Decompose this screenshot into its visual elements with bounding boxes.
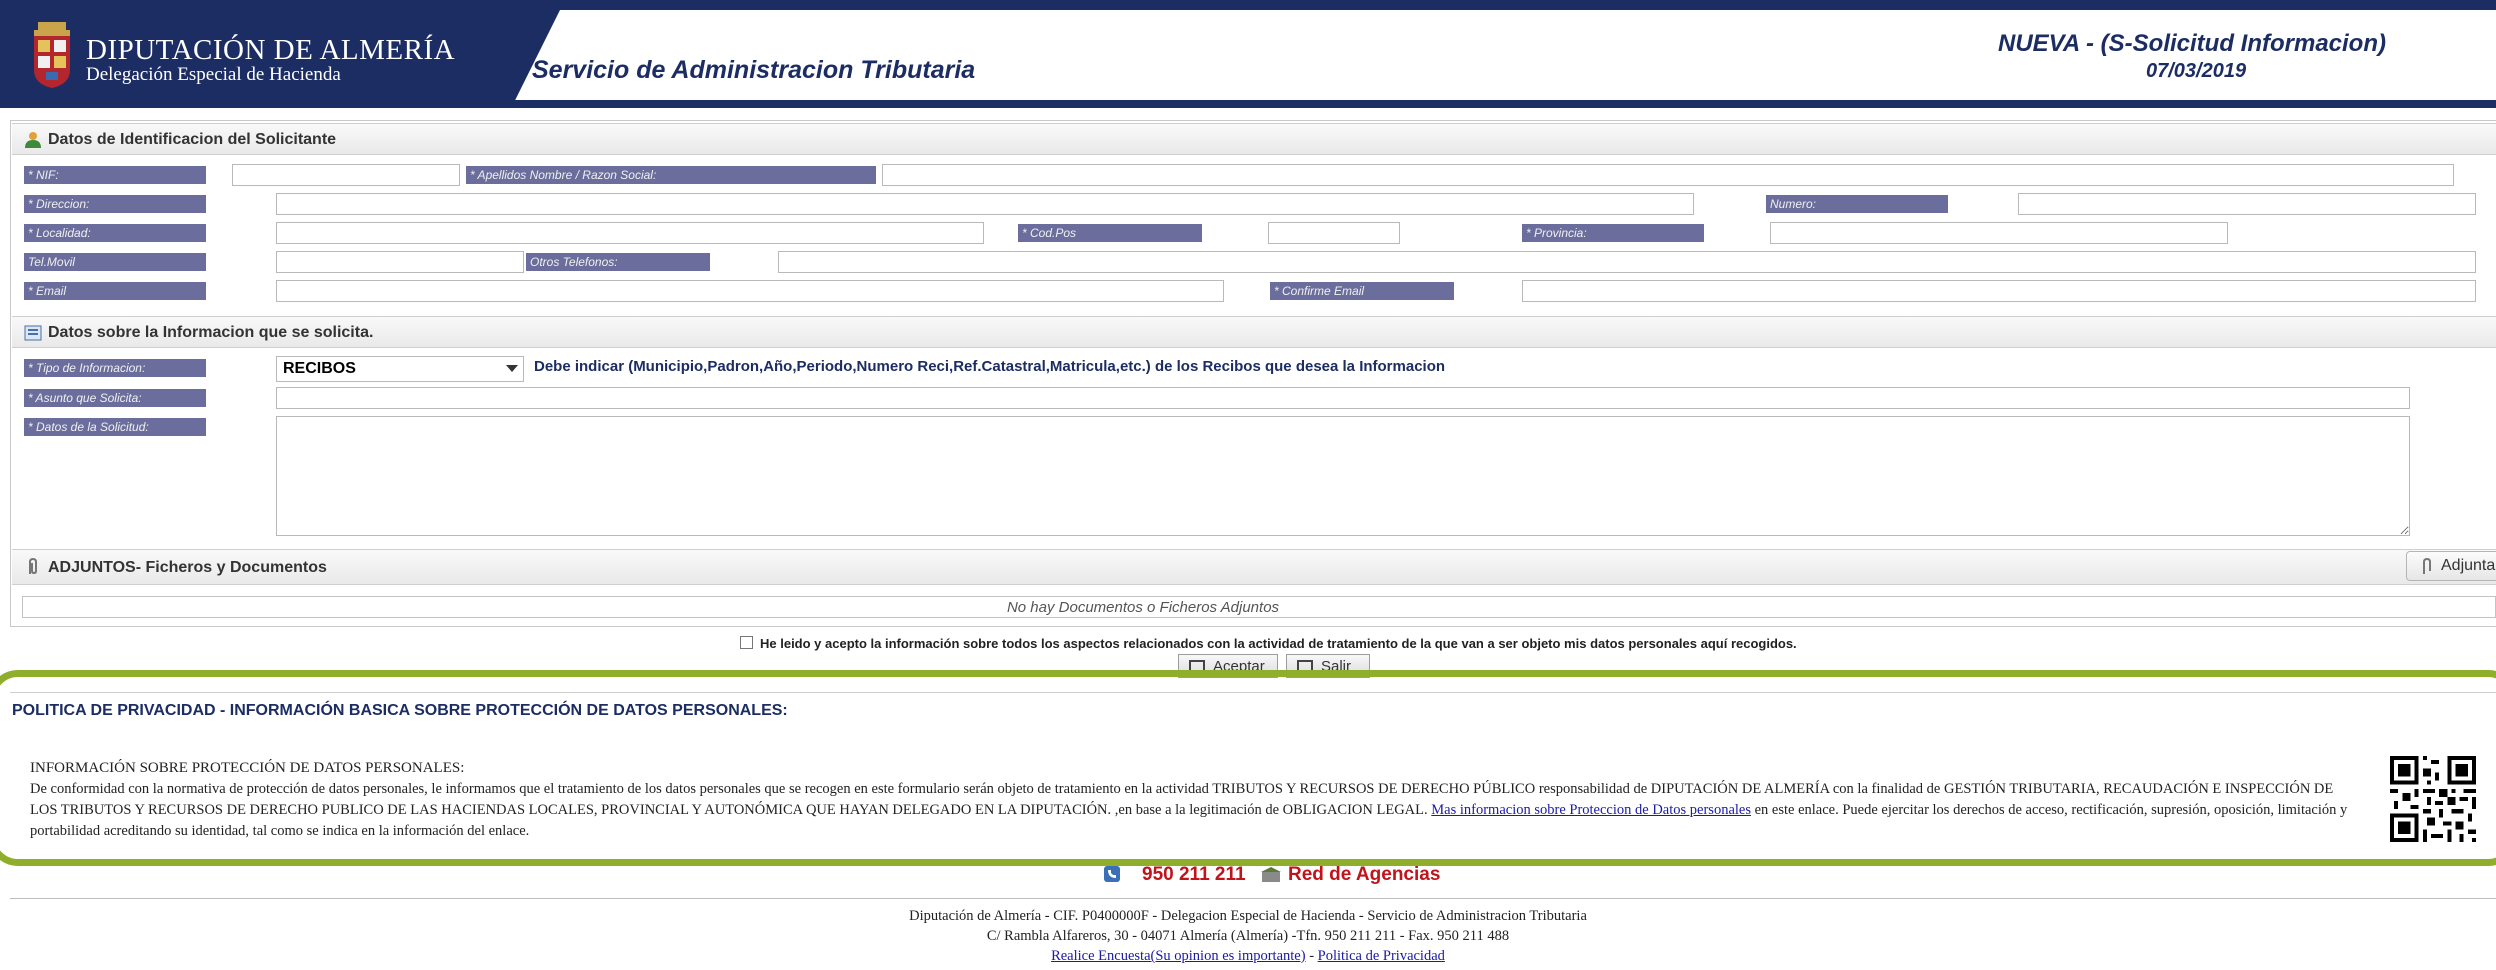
- provincia-input[interactable]: [1770, 222, 2228, 244]
- agencies-link[interactable]: Red de Agencias: [1288, 864, 1440, 886]
- coat-of-arms-icon: [34, 22, 70, 88]
- privacy-heading: INFORMACIÓN SOBRE PROTECCIÓN DE DATOS PE…: [30, 760, 465, 776]
- localidad-input[interactable]: [276, 222, 984, 244]
- qr-code-icon: [2390, 756, 2476, 842]
- direccion-label: * Direccion:: [24, 195, 206, 213]
- header-bottom-bar: [0, 100, 2496, 108]
- phone-icon: [1104, 866, 1120, 882]
- numero-label: Numero:: [1766, 195, 1948, 213]
- chevron-down-icon[interactable]: [506, 365, 518, 372]
- request-section-title: Datos sobre la Informacion que se solici…: [48, 324, 374, 341]
- paperclip-icon: [2423, 558, 2431, 574]
- tipo-informacion-select[interactable]: RECIBOS: [276, 356, 524, 382]
- email-label: * Email: [24, 282, 206, 300]
- attachments-section-title: ADJUNTOS- Ficheros y Documentos: [48, 559, 327, 576]
- codpos-label: * Cod.Pos: [1018, 224, 1202, 242]
- request-date: 07/03/2019: [2146, 60, 2247, 82]
- attach-button[interactable]: Adjunta: [2406, 551, 2496, 581]
- attachments-empty-text: No hay Documentos o Ficheros Adjuntos: [1006, 599, 1280, 616]
- tipo-hint: Debe indicar (Municipio,Padron,Año,Perio…: [534, 358, 1446, 375]
- provincia-label: * Provincia:: [1522, 224, 1704, 242]
- asunto-label: * Asunto que Solicita:: [24, 389, 206, 407]
- nombre-input[interactable]: [882, 164, 2454, 186]
- footer-links: Realice Encuesta(Su opinion es important…: [0, 948, 2496, 965]
- nombre-label: * Apellidos Nombre / Razon Social:: [466, 166, 876, 184]
- tipo-label: * Tipo de Informacion:: [24, 359, 206, 377]
- identification-section-title: Datos de Identificacion del Solicitante: [48, 131, 337, 148]
- privacy-separator: [10, 692, 2496, 693]
- privacy-title: POLITICA DE PRIVACIDAD - INFORMACIÓN BAS…: [12, 702, 788, 719]
- datos-label: * Datos de la Solicitud:: [24, 418, 206, 436]
- org-name: DIPUTACIÓN DE ALMERÍA: [86, 34, 456, 66]
- asunto-input[interactable]: [276, 387, 2410, 409]
- attach-button-label: Adjunta: [2441, 557, 2496, 574]
- localidad-label: * Localidad:: [24, 224, 206, 242]
- identification-section-header: Datos de Identificacion del Solicitante: [12, 123, 2496, 155]
- attachments-list: No hay Documentos o Ficheros Adjuntos: [22, 596, 2496, 618]
- footer-link-separator: -: [1309, 948, 1315, 964]
- confirm-email-input[interactable]: [1522, 280, 2476, 302]
- privacy-more-info-link[interactable]: Mas informacion sobre Proteccion de Dato…: [1431, 802, 1751, 818]
- email-input[interactable]: [276, 280, 1224, 302]
- movil-label: Tel.Movil: [24, 253, 206, 271]
- codpos-input[interactable]: [1268, 222, 1400, 244]
- footer-line-2: C/ Rambla Alfareros, 30 - 04071 Almería …: [986, 928, 1510, 944]
- direccion-input[interactable]: [276, 193, 1694, 215]
- contact-phone: 950 211 211: [1142, 864, 1246, 885]
- datos-solicitud-textarea[interactable]: [276, 416, 2410, 536]
- footer-separator: [10, 898, 2496, 899]
- nif-label: * NIF:: [24, 166, 206, 184]
- privacy-body: INFORMACIÓN SOBRE PROTECCIÓN DE DATOS PE…: [30, 758, 2360, 842]
- footer-line-1: Diputación de Almería - CIF. P0400000F -…: [909, 908, 1587, 924]
- otros-telefonos-label: Otros Telefonos:: [526, 253, 710, 271]
- paperclip-icon: [29, 558, 37, 575]
- consent-checkbox[interactable]: [740, 636, 753, 649]
- org-subtitle: Delegación Especial de Hacienda: [86, 64, 341, 85]
- user-icon: [25, 132, 41, 148]
- header-top-bar: [0, 0, 2496, 10]
- service-title: Servicio de Administracion Tributaria: [532, 56, 976, 84]
- survey-link[interactable]: Realice Encuesta(Su opinion es important…: [1051, 948, 1305, 964]
- request-status: NUEVA - (S-Solicitud Informacion): [1998, 30, 2386, 57]
- nif-input[interactable]: [232, 164, 460, 186]
- movil-input[interactable]: [276, 251, 524, 273]
- consent-text: He leido y acepto la información sobre t…: [760, 636, 1797, 651]
- request-section-header: Datos sobre la Informacion que se solici…: [12, 316, 2496, 348]
- numero-input[interactable]: [2018, 193, 2476, 215]
- privacy-policy-link[interactable]: Politica de Privacidad: [1318, 948, 1445, 964]
- otros-telefonos-input[interactable]: [778, 251, 2476, 273]
- attachments-section-header: ADJUNTOS- Ficheros y Documentos: [12, 549, 2496, 585]
- document-icon: [24, 325, 42, 341]
- building-icon: [1261, 867, 1281, 882]
- confirm-email-label: * Confirme Email: [1270, 282, 1454, 300]
